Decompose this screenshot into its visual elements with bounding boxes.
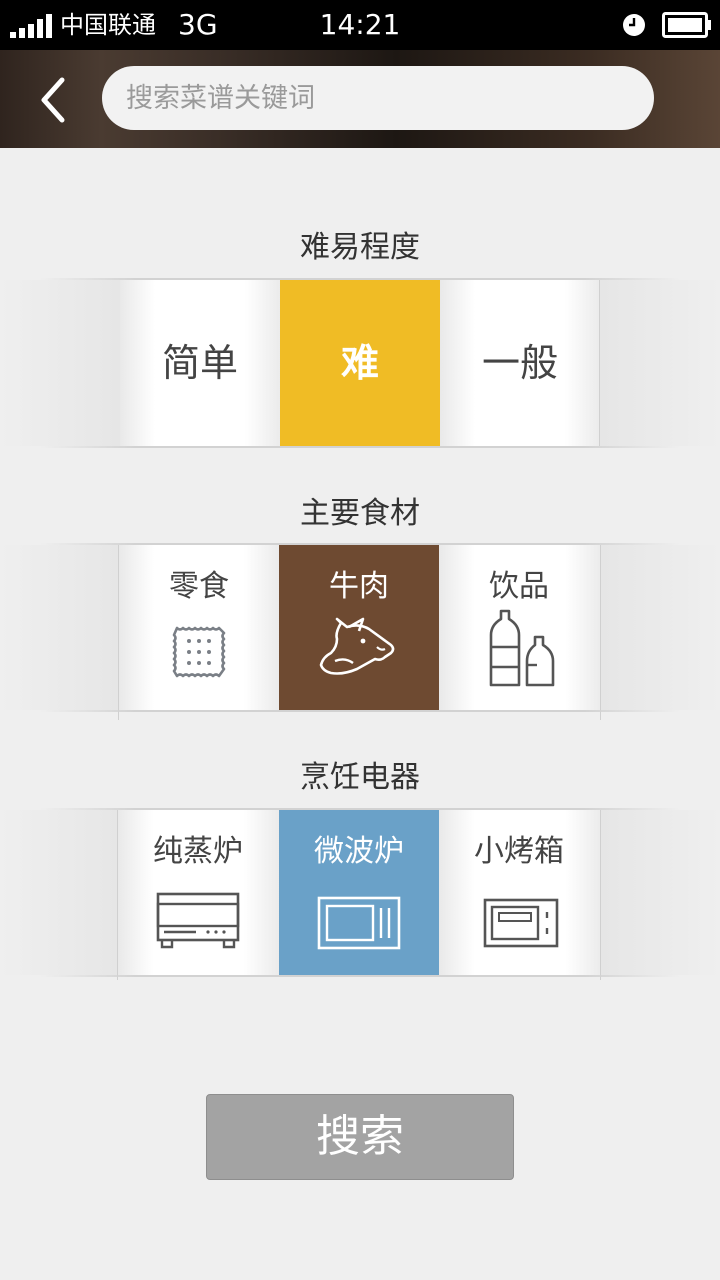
difficulty-option-hard[interactable]: 难	[280, 280, 440, 446]
search-button[interactable]: 搜索	[206, 1094, 514, 1180]
row-side-shade	[600, 810, 720, 975]
difficulty-option-medium[interactable]: 一般	[440, 280, 600, 446]
cow-head-icon	[319, 617, 395, 675]
option-label: 微波炉	[314, 834, 404, 869]
difficulty-options: 简单 难 一般	[0, 280, 720, 446]
appliance-title: 烹饪电器	[300, 760, 420, 795]
battery-icon	[662, 12, 711, 38]
bottles-icon	[489, 609, 555, 687]
toaster-oven-icon	[483, 898, 559, 948]
appliance-option-microwave[interactable]: 微波炉	[279, 810, 439, 975]
alarm-clock-icon	[623, 14, 645, 36]
row-side-shade	[0, 810, 120, 975]
option-label: 小烤箱	[474, 834, 564, 869]
back-arrow-icon[interactable]	[30, 72, 76, 128]
ingredient-option-snacks[interactable]: 零食	[119, 545, 279, 710]
ingredient-option-beef[interactable]: 牛肉	[279, 545, 439, 710]
divider	[40, 446, 680, 448]
ingredient-option-drinks[interactable]: 饮品	[439, 545, 601, 710]
difficulty-option-easy[interactable]: 简单	[120, 280, 280, 446]
option-label: 简单	[161, 341, 238, 385]
appliance-option-steam-oven[interactable]: 纯蒸炉	[118, 810, 279, 975]
row-side-shade	[600, 545, 720, 710]
steam-oven-icon	[156, 892, 240, 949]
row-side-shade	[0, 280, 120, 446]
appliance-options: 纯蒸炉 微波炉 小烤箱	[0, 810, 720, 980]
option-label: 零食	[169, 569, 229, 604]
option-label: 一般	[481, 341, 558, 385]
option-label: 难	[340, 341, 379, 385]
divider	[600, 545, 601, 720]
row-side-shade	[600, 280, 720, 446]
recipe-search-input[interactable]	[102, 66, 654, 130]
microwave-icon	[317, 896, 401, 950]
divider	[599, 280, 600, 446]
difficulty-title: 难易程度	[300, 230, 420, 265]
cracker-icon	[172, 626, 226, 678]
option-label: 纯蒸炉	[153, 834, 243, 869]
status-bar: 中国联通 3G 14:21	[0, 0, 720, 50]
divider	[40, 710, 680, 712]
option-label: 牛肉	[329, 569, 389, 604]
option-label: 饮品	[489, 569, 549, 604]
header-bar	[0, 50, 720, 148]
ingredient-title: 主要食材	[300, 496, 420, 531]
divider	[600, 810, 601, 980]
ingredient-options: 零食 牛肉 饮品	[0, 545, 720, 720]
divider	[40, 975, 680, 977]
clock: 14:21	[319, 8, 401, 41]
appliance-option-toaster-oven[interactable]: 小烤箱	[439, 810, 601, 975]
row-side-shade	[0, 545, 120, 710]
